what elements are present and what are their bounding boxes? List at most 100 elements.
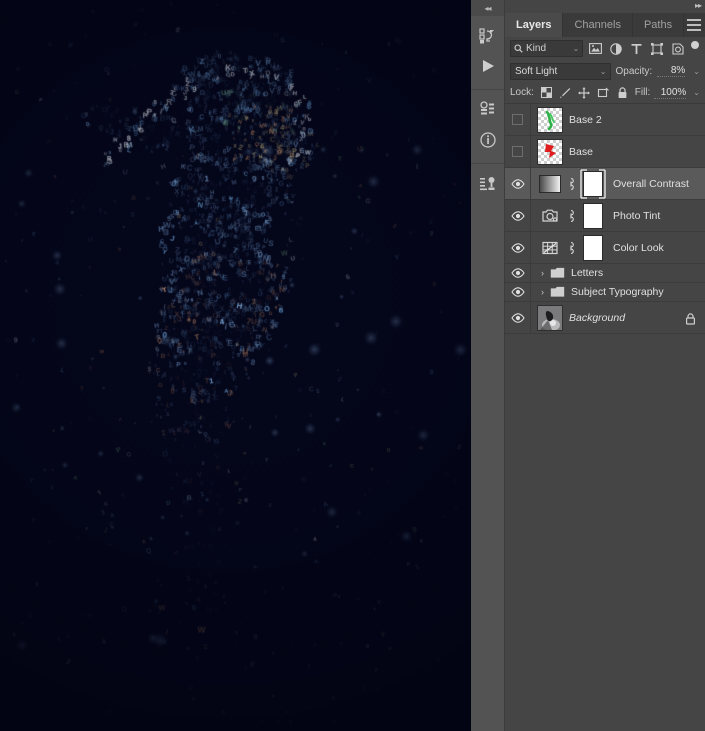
toggle-knob (691, 41, 700, 49)
double-chevron-right-icon[interactable]: ▸▸ (695, 1, 702, 10)
photoshop-window: ◂◂ ▸▸ Layers Channels Paths Kind ⌄ Soft … (0, 0, 705, 731)
blend-mode-value: Soft Light (515, 65, 558, 77)
layer-row[interactable]: › Letters (505, 263, 705, 283)
fill-value[interactable]: 100% (654, 87, 687, 99)
lock-image-icon[interactable] (557, 84, 574, 101)
filter-shape-icon[interactable] (649, 40, 666, 57)
opacity-value[interactable]: 8% (657, 65, 686, 77)
panel-header-strip: ▸▸ (505, 0, 705, 13)
color-lookup-adjustment-icon (542, 241, 558, 254)
group-header[interactable]: › (531, 267, 565, 279)
link-mask-icon[interactable] (566, 177, 576, 191)
filter-enable-toggle[interactable] (690, 40, 700, 57)
filter-adjustment-icon[interactable] (608, 40, 625, 57)
layer-row[interactable]: Base (505, 135, 705, 168)
lock-position-icon[interactable] (576, 84, 593, 101)
filter-kind-value: Kind (526, 43, 547, 54)
layer-thumbnail-cell[interactable] (531, 304, 563, 331)
layer-mask-thumbnail (583, 234, 603, 261)
chevron-right-icon[interactable]: › (537, 268, 548, 278)
chevron-right-icon[interactable]: › (537, 287, 548, 297)
layer-name: Background (569, 311, 626, 324)
lock-label: Lock: (510, 87, 534, 98)
folder-icon (550, 286, 565, 297)
layer-mask-thumbnail (583, 202, 603, 229)
opacity-slider-caret-icon[interactable]: ⌄ (693, 67, 700, 76)
layer-visibility-toggle[interactable] (505, 282, 531, 302)
layer-visibility-toggle[interactable] (505, 263, 531, 283)
layer-visibility-toggle[interactable] (505, 301, 531, 334)
tab-layers-label: Layers (516, 19, 552, 31)
lock-transparency-icon[interactable] (538, 84, 555, 101)
layer-mask-cell[interactable] (579, 233, 607, 263)
layer-name: Color Look (613, 241, 664, 254)
filter-type-icon[interactable] (629, 40, 646, 57)
opacity-label: Opacity: (615, 65, 653, 77)
tab-layers[interactable]: Layers (505, 13, 564, 37)
link-mask-icon[interactable] (566, 241, 576, 255)
photo-filter-adjustment-icon (542, 209, 558, 222)
link-mask-icon[interactable] (566, 209, 576, 223)
tab-paths[interactable]: Paths (633, 13, 685, 37)
fill-control: Fill: 100% ⌄ (635, 87, 700, 99)
eye-visible-icon (510, 312, 525, 323)
layer-thumbnail (537, 304, 563, 331)
tab-channels-label: Channels (574, 19, 621, 31)
fill-slider-caret-icon[interactable]: ⌄ (693, 88, 700, 97)
layer-visibility-toggle[interactable] (505, 135, 531, 168)
layer-visibility-toggle[interactable] (505, 231, 531, 264)
info-icon[interactable] (471, 125, 505, 155)
layer-row[interactable]: Background (505, 301, 705, 334)
dock-group-history (471, 16, 504, 90)
panel-menu-icon[interactable] (687, 19, 701, 31)
document-canvas[interactable] (0, 0, 471, 731)
dock-group-properties (471, 90, 504, 164)
layers-panel: ▸▸ Layers Channels Paths Kind ⌄ Soft Lig… (505, 0, 705, 731)
blend-mode-select[interactable]: Soft Light ⌄ (510, 62, 611, 80)
filter-kind-select[interactable]: Kind ⌄ (510, 40, 584, 57)
layer-row[interactable]: Color Look (505, 231, 705, 264)
layer-visibility-toggle[interactable] (505, 167, 531, 200)
play-icon[interactable] (471, 51, 505, 81)
layer-name: Base 2 (569, 113, 602, 126)
layer-visibility-toggle[interactable] (505, 103, 531, 136)
collapsed-panel-dock: ◂◂ (471, 0, 505, 731)
fill-label: Fill: (634, 87, 651, 98)
eye-hidden-icon (512, 114, 523, 125)
dock-collapse-button[interactable]: ◂◂ (471, 0, 504, 16)
layer-thumbnail-cell[interactable] (531, 168, 607, 199)
layer-thumbnail (537, 138, 563, 165)
eye-visible-icon (510, 287, 525, 297)
properties-icon[interactable] (471, 95, 505, 125)
layer-thumbnail-cell[interactable] (531, 138, 563, 165)
filter-smart-object-icon[interactable] (670, 40, 687, 57)
typographic-portrait-artwork (0, 0, 471, 731)
tab-channels[interactable]: Channels (563, 13, 633, 37)
layer-row[interactable]: Base 2 (505, 103, 705, 136)
layer-mask-cell[interactable] (579, 201, 607, 231)
layer-filter-row: Kind ⌄ (505, 37, 705, 60)
layer-row[interactable]: Photo Tint (505, 199, 705, 232)
lock-artboard-icon[interactable] (595, 84, 612, 101)
layer-name: Overall Contrast (613, 177, 689, 190)
layer-visibility-toggle[interactable] (505, 199, 531, 232)
group-header[interactable]: › (531, 286, 565, 298)
adjustments-icon[interactable] (471, 169, 505, 199)
layer-thumbnail-cell[interactable] (531, 106, 563, 133)
blend-mode-row: Soft Light ⌄ Opacity: 8% ⌄ (505, 60, 705, 82)
chevron-down-icon: ⌄ (599, 66, 607, 76)
layer-mask-cell[interactable] (579, 168, 607, 199)
layer-row[interactable]: › Subject Typography (505, 282, 705, 302)
layer-list: Base 2 Base Overall Contrast Photo Tint … (505, 103, 705, 334)
history-icon[interactable] (471, 21, 505, 51)
layer-name: Letters (571, 267, 604, 279)
layer-row[interactable]: Overall Contrast (505, 167, 705, 200)
layer-thumbnail-cell[interactable] (531, 233, 607, 263)
layer-thumbnail-cell[interactable] (531, 201, 607, 231)
filter-pixel-icon[interactable] (587, 40, 604, 57)
double-chevron-left-icon: ◂◂ (484, 3, 491, 13)
lock-all-icon[interactable] (614, 84, 631, 101)
eye-visible-icon (510, 210, 525, 221)
eye-visible-icon (510, 178, 525, 189)
tab-paths-label: Paths (643, 19, 673, 31)
